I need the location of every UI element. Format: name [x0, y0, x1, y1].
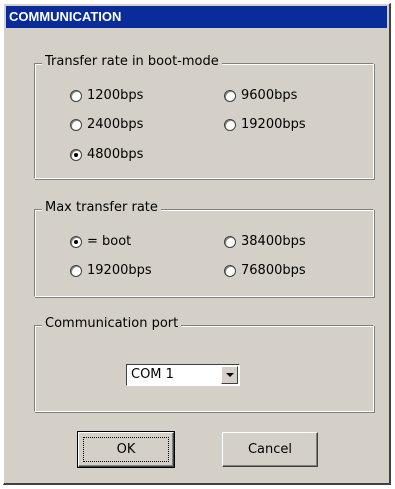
- port-group-label: Communication port: [42, 316, 182, 331]
- radio-max-19200[interactable]: 19200bps: [70, 263, 152, 278]
- radio-boot-2400[interactable]: 2400bps: [70, 117, 143, 132]
- cancel-button[interactable]: Cancel: [222, 432, 318, 467]
- radio-boot-9600[interactable]: 9600bps: [224, 88, 297, 103]
- radio-indicator: [224, 89, 236, 102]
- focus-rect: [83, 437, 169, 462]
- radio-label: 38400bps: [241, 234, 306, 249]
- radio-indicator: [70, 148, 82, 161]
- boot-rate-group-label: Transfer rate in boot-mode: [42, 54, 222, 69]
- radio-indicator: [70, 264, 82, 277]
- radio-max-boot[interactable]: = boot: [70, 234, 131, 249]
- radio-indicator: [70, 89, 82, 102]
- port-group: Communication port COM 1: [34, 316, 374, 412]
- radio-label: 4800bps: [87, 147, 144, 162]
- radio-label: 19200bps: [87, 263, 152, 278]
- radio-indicator: [224, 235, 236, 248]
- radio-label: 19200bps: [241, 117, 306, 132]
- boot-rate-group: Transfer rate in boot-mode 1200bps 9600b…: [34, 54, 374, 179]
- communication-dialog: COMMUNICATION Transfer rate in boot-mode…: [3, 3, 391, 485]
- max-rate-group-label: Max transfer rate: [42, 200, 161, 215]
- radio-indicator: [70, 118, 82, 131]
- radio-indicator: [224, 118, 236, 131]
- port-select-value: COM 1: [131, 367, 174, 382]
- port-select[interactable]: COM 1: [126, 364, 240, 386]
- radio-label: 76800bps: [241, 263, 306, 278]
- radio-max-76800[interactable]: 76800bps: [224, 263, 306, 278]
- ok-button[interactable]: OK: [77, 431, 175, 468]
- chevron-down-icon[interactable]: [221, 366, 238, 384]
- radio-boot-19200[interactable]: 19200bps: [224, 117, 306, 132]
- radio-boot-4800[interactable]: 4800bps: [70, 147, 143, 162]
- radio-label: 2400bps: [87, 117, 144, 132]
- max-rate-group: Max transfer rate = boot 38400bps 19200b…: [34, 200, 374, 297]
- radio-label: 9600bps: [241, 88, 298, 103]
- radio-label: = boot: [87, 234, 132, 249]
- radio-boot-1200[interactable]: 1200bps: [70, 88, 143, 103]
- cancel-button-label: Cancel: [247, 442, 293, 457]
- radio-label: 1200bps: [87, 88, 144, 103]
- radio-max-38400[interactable]: 38400bps: [224, 234, 306, 249]
- radio-indicator: [70, 235, 82, 248]
- window-title: COMMUNICATION: [6, 6, 387, 28]
- radio-indicator: [224, 264, 236, 277]
